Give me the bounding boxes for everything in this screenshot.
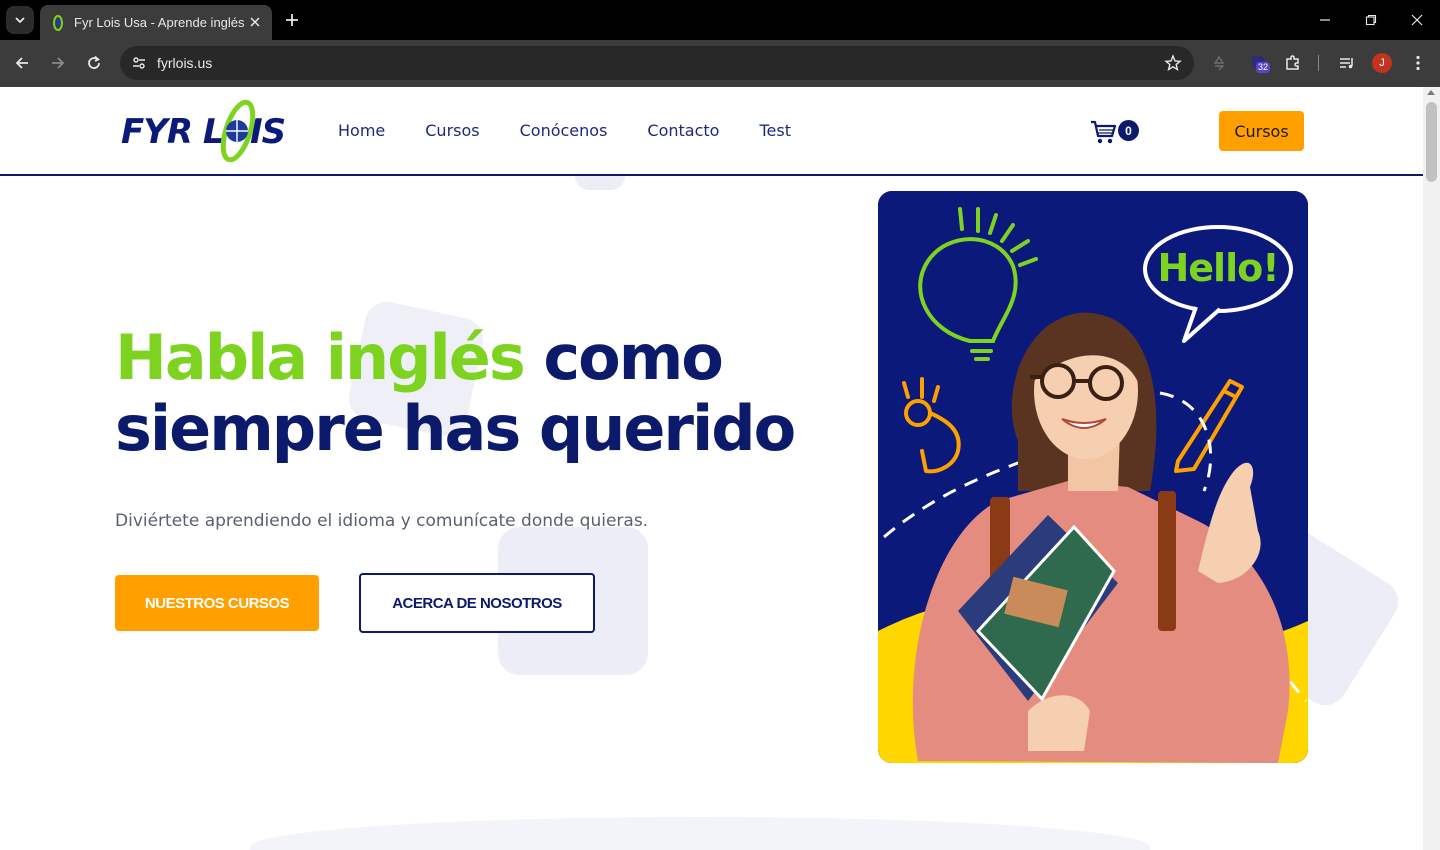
hero-title-highlight: Habla inglés [115,321,526,394]
logo-text: FYR L [121,112,224,152]
hero-illustration: Hello! [878,191,1308,763]
nav-cursos[interactable]: Cursos [425,121,479,140]
extension-recycle[interactable] [1208,52,1230,74]
forward-button[interactable] [46,51,70,75]
star-icon [1164,54,1182,71]
plus-icon [286,14,298,26]
tab-title: Fyr Lois Usa - Aprende inglés [74,15,245,30]
nav-conocenos[interactable]: Conócenos [520,121,608,140]
page-scrollbar[interactable] [1423,87,1440,850]
decor-wave [250,817,1150,850]
close-icon [250,17,260,27]
address-bar[interactable]: fyrlois.us [120,46,1194,80]
page-viewport: FYR L IS Home Cursos Conócenos Contacto … [0,87,1423,850]
browser-toolbar: fyrlois.us 32 [0,40,1440,87]
browser-tabbar: Fyr Lois Usa - Aprende inglés [0,0,1440,40]
browser-tab-active[interactable]: Fyr Lois Usa - Aprende inglés [40,5,272,40]
toolbar-divider [1318,55,1319,71]
tab-close-button[interactable] [246,13,264,31]
browser-menu-button[interactable] [1407,52,1429,74]
puzzle-icon [1286,55,1299,70]
tab-list-icon [15,17,25,24]
hero-title-part2: siempre has querido [115,392,796,465]
close-icon [1411,14,1423,26]
media-controls-button[interactable] [1336,52,1358,74]
address-url: fyrlois.us [157,55,213,71]
nav-home[interactable]: Home [338,121,385,140]
close-window-button[interactable] [1405,8,1429,32]
favicon-icon [53,14,63,31]
hero-title-part1: como [543,321,724,394]
profile-avatar[interactable]: J [1372,53,1392,73]
site-info-icon [133,57,145,69]
recycle-icon [1213,55,1225,71]
forward-icon [52,57,65,69]
scroll-thumb[interactable] [1426,102,1437,182]
hero-subtitle: Diviértete aprendiendo el idioma y comun… [115,511,649,531]
hero-title: Habla inglés como siempre has querido [115,321,796,465]
minimize-icon [1320,19,1330,21]
tab-search-button[interactable] [6,6,34,34]
speech-bubble-text: Hello! [1157,246,1278,290]
our-courses-button[interactable]: NUESTROS CURSOS [115,575,319,631]
cart-icon[interactable] [1090,119,1118,145]
reload-button[interactable] [82,51,106,75]
restore-button[interactable] [1359,8,1383,32]
extensions-button[interactable] [1282,52,1304,74]
bookmark-button[interactable] [1164,54,1182,72]
new-tab-button[interactable] [280,8,304,32]
more-icon [1416,55,1420,71]
nav-contacto[interactable]: Contacto [647,121,719,140]
about-us-button[interactable]: ACERCA DE NOSOTROS [359,573,595,633]
restore-icon [1365,14,1377,26]
site-info-button[interactable] [130,54,148,72]
extension-badge-button[interactable]: 32 [1248,52,1271,74]
main-nav: Home Cursos Conócenos Contacto Test [338,121,791,140]
nav-test[interactable]: Test [759,121,791,140]
site-header: FYR L IS Home Cursos Conócenos Contacto … [0,87,1423,176]
scroll-up-arrow[interactable] [1427,90,1435,95]
svg-text:IS: IS [250,112,285,152]
back-icon [15,57,28,69]
reload-icon [88,55,100,69]
hero-image-card: Hello! [878,191,1308,763]
cart-count-badge: 0 [1118,120,1139,141]
brand-logo[interactable]: FYR L IS [121,97,291,167]
extension-count-badge: 32 [1256,62,1271,73]
media-icon [1340,58,1353,69]
header-cursos-button[interactable]: Cursos [1219,111,1304,151]
back-button[interactable] [10,51,34,75]
minimize-button[interactable] [1313,8,1337,32]
